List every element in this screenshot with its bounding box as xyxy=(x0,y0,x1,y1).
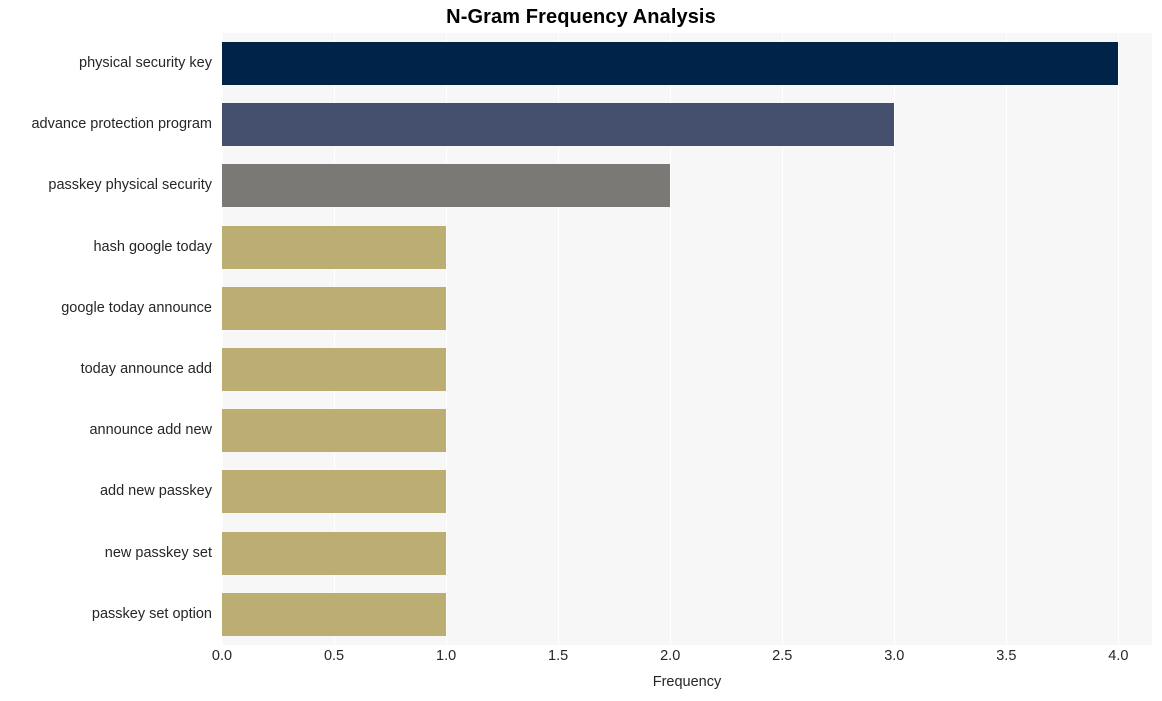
bar-row[interactable] xyxy=(222,400,1152,461)
bar-row[interactable] xyxy=(222,33,1152,94)
y-axis-tick-label: new passkey set xyxy=(104,544,212,561)
y-axis-tick-label: passkey set option xyxy=(91,605,212,622)
bar[interactable] xyxy=(222,531,447,575)
x-axis-tick-label: 1.0 xyxy=(436,648,457,664)
plot-area xyxy=(222,33,1152,645)
bar-row[interactable] xyxy=(222,278,1152,339)
y-axis-tick-label: passkey physical security xyxy=(48,177,212,194)
bar-row[interactable] xyxy=(222,155,1152,216)
y-axis-tick-label: physical security key xyxy=(79,55,212,71)
bar[interactable] xyxy=(222,470,447,514)
bar[interactable] xyxy=(222,164,671,208)
y-axis-tick-label: announce add new xyxy=(89,422,212,439)
y-axis-tick-label: today announce add xyxy=(80,361,212,377)
x-axis-tick-label: 0.5 xyxy=(323,648,345,664)
chart-figure: N-Gram Frequency Analysis physical secur… xyxy=(0,0,1162,701)
x-axis-tick-label: 0.0 xyxy=(211,648,233,664)
bar-row[interactable] xyxy=(222,339,1152,400)
x-axis-tick-label: 4.0 xyxy=(1108,648,1129,664)
bar-row[interactable] xyxy=(222,523,1152,584)
y-axis-tick-label: hash google today xyxy=(93,238,212,255)
bar[interactable] xyxy=(222,348,447,392)
bar-row[interactable] xyxy=(222,94,1152,155)
bar-row[interactable] xyxy=(222,217,1152,278)
y-axis-tick-label: add new passkey xyxy=(99,483,212,500)
bar[interactable] xyxy=(222,225,447,269)
y-axis-tick-label: advance protection program xyxy=(31,116,212,133)
bar-row[interactable] xyxy=(222,584,1152,645)
x-axis-tick-label: 1.5 xyxy=(548,648,569,664)
bar-row[interactable] xyxy=(222,461,1152,522)
bar[interactable] xyxy=(222,286,447,330)
x-axis-title: Frequency xyxy=(652,674,722,690)
x-axis-tick-group: 0.0 0.5 1.0 1.5 2.0 2.5 3.0 3.5 4.0 xyxy=(212,648,1152,670)
bar[interactable] xyxy=(222,592,447,636)
y-axis-tick-label: google today announce xyxy=(61,299,212,316)
bar[interactable] xyxy=(222,103,895,147)
x-axis-tick-label: 3.0 xyxy=(884,648,905,664)
y-axis-label-group: physical security key advance protection … xyxy=(0,33,212,645)
bar[interactable] xyxy=(222,409,447,453)
x-axis-tick-label: 3.5 xyxy=(996,648,1017,664)
x-axis-tick-label: 2.0 xyxy=(660,648,681,664)
page-title: N-Gram Frequency Analysis xyxy=(446,6,716,28)
x-axis-tick-label: 2.5 xyxy=(772,648,793,664)
bar[interactable] xyxy=(222,42,1119,86)
